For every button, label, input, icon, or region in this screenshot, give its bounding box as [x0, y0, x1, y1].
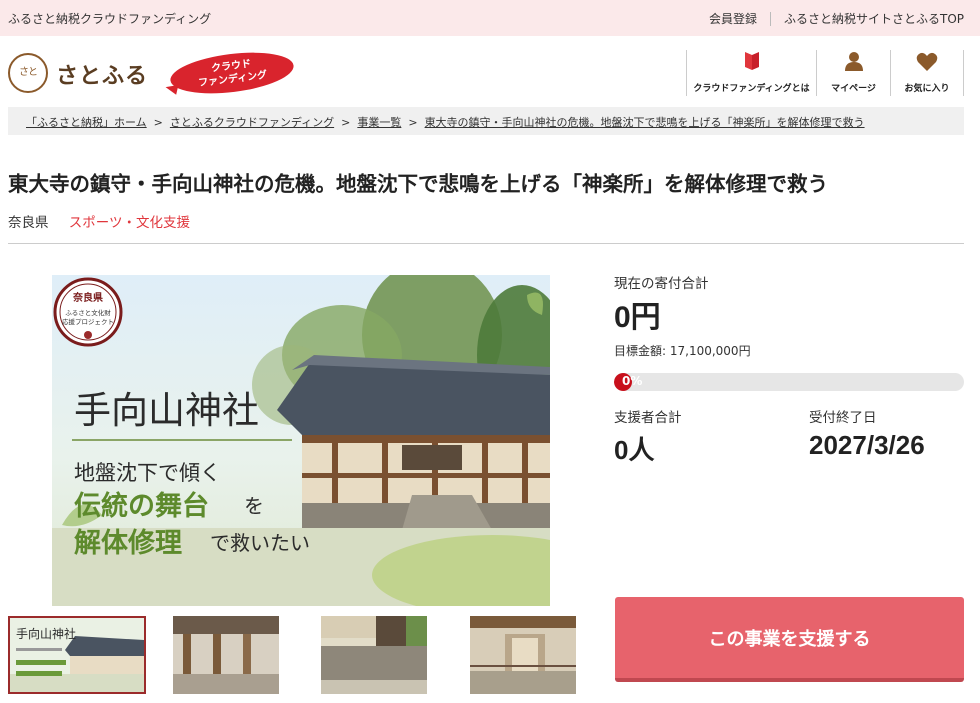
site-logo[interactable]: さとふる [56, 58, 148, 90]
satofull-top-link[interactable]: ふるさと納税サイトさとふるTOP [784, 10, 964, 27]
heart-icon [916, 52, 938, 78]
total-amount: 0円 [614, 301, 661, 334]
seal-sub2: 応援プロジェクト [62, 317, 114, 326]
top-links: 会員登録 ふるさと納税サイトさとふるTOP [709, 10, 964, 27]
nav-label: クラウドファンディングとは [693, 84, 810, 94]
thumbnail-2[interactable] [173, 616, 279, 694]
nav-mypage[interactable]: マイページ [816, 50, 890, 96]
supporters-label: 支援者合計 [614, 410, 682, 426]
deadline-label: 受付終了日 [809, 410, 877, 426]
supporters-block: 支援者合計 0人 [614, 406, 682, 467]
breadcrumb-current[interactable]: 東大寺の鎮守・手向山神社の危機。地盤沈下で悲鳴を上げる「神楽所」を解体修理で救う [425, 116, 865, 129]
register-link[interactable]: 会員登録 [709, 10, 757, 27]
image-line3-suffix: で救いたい [210, 531, 310, 555]
prefecture-label: 奈良県 [8, 215, 49, 231]
deadline-date: 2027/3/26 [809, 430, 925, 460]
site-header: さと さとふる クラウド ファンディング クラウドファンディングとは マイページ… [0, 36, 980, 106]
nav-favorites[interactable]: お気に入り [890, 50, 964, 96]
total-label: 現在の寄付合計 [614, 276, 709, 292]
seal-title: 奈良県 [72, 291, 103, 304]
goal-amount: 目標金額: 17,100,000円 [614, 344, 751, 358]
progress-bar: 0% [614, 373, 964, 391]
nav-about-crowdfunding[interactable]: クラウドファンディングとは [686, 50, 816, 96]
seal-sub1: ふるさと文化財 [65, 308, 111, 317]
project-meta: 奈良県 スポーツ・文化支援 [8, 211, 190, 231]
image-line1: 地盤沈下で傾く [74, 461, 221, 485]
page-title: 東大寺の鎮守・手向山神社の危機。地盤沈下で悲鳴を上げる「神楽所」を解体修理で救う [8, 172, 828, 196]
funding-stats: 現在の寄付合計 0円 目標金額: 17,100,000円 0% 支援者合計 0人… [614, 272, 964, 465]
supporters-count: 0人 [614, 435, 655, 465]
site-tagline: ふるさと納税クラウドファンディング [8, 12, 212, 26]
nav-label: お気に入り [904, 84, 950, 94]
nav-label: マイページ [831, 84, 876, 94]
deadline-block: 受付終了日 2027/3/26 [809, 406, 925, 461]
thumbnail-3[interactable] [321, 616, 427, 694]
header-nav: クラウドファンディングとは マイページ お気に入り [686, 50, 964, 96]
top-bar: ふるさと納税クラウドファンディング 会員登録 ふるさと納税サイトさとふるTOP [0, 0, 980, 36]
book-icon [743, 50, 761, 78]
thumbnail-1[interactable]: 手向山神社 [8, 616, 146, 694]
image-heading: 手向山神社 [74, 389, 259, 432]
breadcrumb-home[interactable]: 「ふるさと納税」ホーム [26, 116, 147, 129]
top-links-divider [769, 11, 771, 26]
breadcrumb-projects[interactable]: 事業一覧 [357, 116, 401, 129]
breadcrumb-crowdfunding[interactable]: さとふるクラウドファンディング [170, 116, 334, 129]
user-icon [843, 50, 865, 78]
thumbnail-strip: 手向山神社 [8, 616, 578, 694]
category-link[interactable]: スポーツ・文化支援 [69, 215, 190, 231]
thumb-heading: 手向山神社 [16, 626, 76, 641]
support-button[interactable]: この事業を支援する [615, 597, 964, 682]
divider [8, 243, 964, 244]
image-line2-suffix: を [244, 494, 264, 518]
breadcrumb: 「ふるさと納税」ホーム > さとふるクラウドファンディング > 事業一覧 > 東大寺の鎮守・… [8, 107, 964, 135]
shrine-illustration: 奈良県 ふるさと文化財 応援プロジェクト 手向山神社 地盤沈下で傾く 伝統の舞台… [52, 275, 550, 606]
logo-icon[interactable]: さと [8, 53, 48, 93]
crowdfunding-badge[interactable]: クラウド ファンディング [168, 46, 296, 100]
main-project-image[interactable]: 奈良県 ふるさと文化財 応援プロジェクト 手向山神社 地盤沈下で傾く 伝統の舞台… [52, 275, 550, 606]
image-line2: 伝統の舞台 [74, 490, 209, 522]
thumbnail-4[interactable] [470, 616, 576, 694]
progress-percent: 0% [622, 374, 643, 388]
image-line3: 解体修理 [74, 528, 182, 559]
